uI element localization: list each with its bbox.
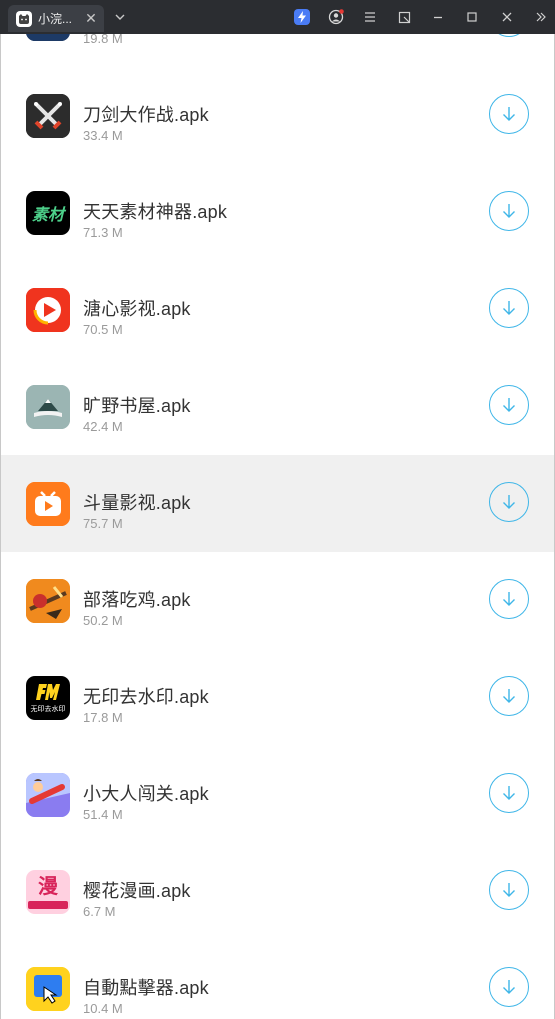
cat-face-icon: [16, 10, 32, 27]
app-name: 旷野书屋.apk: [83, 396, 191, 416]
download-button[interactable]: [489, 676, 529, 716]
list-item[interactable]: 无印去水印 无印去水印.apk 17.8 M: [1, 649, 554, 746]
list-item[interactable]: 自動點擊器.apk 10.4 M: [1, 940, 554, 1019]
expand-sidebar-icon[interactable]: [532, 8, 550, 26]
download-button[interactable]: [489, 34, 529, 37]
screenshot-icon[interactable]: [395, 8, 413, 26]
list-item[interactable]: 素材 天天素材神器.apk 71.3 M: [1, 164, 554, 261]
minimize-icon[interactable]: [429, 8, 447, 26]
auto-clicker-icon: [26, 967, 70, 1011]
file-size: 70.5 M: [83, 322, 123, 337]
window-titlebar: 小浣... ✕: [0, 0, 555, 34]
app-name: 无印去水印.apk: [83, 687, 209, 707]
download-arrow-icon: [503, 980, 515, 994]
app-name: 斗量影视.apk: [83, 493, 191, 513]
book-mountain-icon: [26, 385, 70, 429]
download-arrow-icon: [503, 592, 515, 606]
tv-play-icon: [26, 482, 70, 526]
list-item[interactable]: 小大人闯关.apk 51.4 M: [1, 746, 554, 843]
file-size: 50.2 M: [83, 613, 123, 628]
apk-download-list: 19.8 M 刀剑大作战.apk 33.4 M 素材 天天素材神器.apk 71.3 M 溏…: [0, 34, 555, 1019]
download-button[interactable]: [489, 385, 529, 425]
list-item[interactable]: 旷野书屋.apk 42.4 M: [1, 358, 554, 455]
tab-title: 小浣...: [38, 12, 73, 26]
sucai-logo-icon: 素材: [26, 191, 70, 235]
list-item[interactable]: 刀剑大作战.apk 33.4 M: [1, 67, 554, 164]
download-arrow-icon: [503, 107, 515, 121]
icon-label: 无印去水印: [30, 706, 66, 713]
app-name: 樱花漫画.apk: [83, 881, 191, 901]
download-button[interactable]: [489, 579, 529, 619]
icon-label: 素材: [31, 207, 64, 224]
icon-label: 漫: [38, 876, 58, 898]
app-name: 小大人闯关.apk: [83, 784, 209, 804]
file-size: 10.4 M: [83, 1001, 123, 1016]
maximize-icon[interactable]: [463, 8, 481, 26]
download-button[interactable]: [489, 191, 529, 231]
fm-logo-icon: [36, 684, 60, 700]
download-arrow-icon: [503, 786, 515, 800]
app-name: 溏心影视.apk: [83, 299, 191, 319]
runner-game-icon: [26, 773, 70, 817]
list-item[interactable]: 斗量影视.apk 75.7 M: [1, 455, 554, 552]
download-arrow-icon: [503, 398, 515, 412]
apk-list: 19.8 M 刀剑大作战.apk 33.4 M 素材 天天素材神器.apk 71.3 M 溏…: [1, 34, 554, 1019]
download-button[interactable]: [489, 870, 529, 910]
file-size: 6.7 M: [83, 904, 116, 919]
download-arrow-icon: [503, 204, 515, 218]
battle-game-icon: [26, 579, 70, 623]
crossed-swords-icon: [26, 94, 70, 138]
tab-close-icon[interactable]: ✕: [84, 10, 98, 27]
close-icon[interactable]: [498, 8, 516, 26]
download-button[interactable]: [489, 773, 529, 813]
file-size: 33.4 M: [83, 128, 123, 143]
download-button[interactable]: [489, 482, 529, 522]
file-size: 42.4 M: [83, 419, 123, 434]
watermark-remover-icon: 无印去水印: [26, 676, 70, 720]
download-arrow-icon: [503, 689, 515, 703]
app-name: 刀剑大作战.apk: [83, 105, 209, 125]
app-name: 部落吃鸡.apk: [83, 590, 191, 610]
play-video-icon: [26, 288, 70, 332]
file-size: 19.8 M: [83, 34, 123, 46]
list-item[interactable]: 19.8 M: [1, 34, 554, 67]
manga-banner: [28, 901, 68, 909]
list-item[interactable]: 漫 樱花漫画.apk 6.7 M: [1, 843, 554, 940]
file-size: 75.7 M: [83, 516, 123, 531]
space-game-icon: [26, 34, 70, 41]
file-size: 71.3 M: [83, 225, 123, 240]
lightning-app-icon[interactable]: [293, 8, 311, 26]
download-arrow-icon: [503, 883, 515, 897]
tab-dropdown-icon[interactable]: [111, 8, 129, 26]
list-item[interactable]: 部落吃鸡.apk 50.2 M: [1, 552, 554, 649]
app-name: 自動點擊器.apk: [83, 978, 209, 998]
browser-tab[interactable]: 小浣... ✕: [8, 5, 104, 32]
menu-icon[interactable]: [361, 8, 379, 26]
download-button[interactable]: [489, 967, 529, 1007]
list-item[interactable]: 溏心影视.apk 70.5 M: [1, 261, 554, 358]
download-button[interactable]: [489, 94, 529, 134]
file-size: 17.8 M: [83, 710, 123, 725]
manga-icon: 漫: [26, 870, 70, 914]
download-button[interactable]: [489, 288, 529, 328]
file-size: 51.4 M: [83, 807, 123, 822]
download-arrow-icon: [503, 301, 515, 315]
account-icon[interactable]: [327, 8, 345, 26]
download-arrow-icon: [503, 495, 515, 509]
app-name: 天天素材神器.apk: [83, 202, 228, 222]
